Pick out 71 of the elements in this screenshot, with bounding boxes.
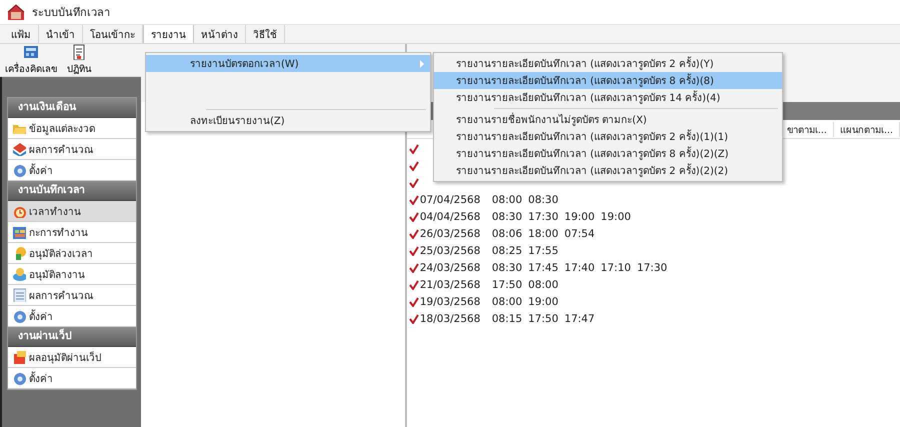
time-cell: 17:55 xyxy=(528,244,558,256)
stack-icon xyxy=(12,142,26,156)
date-cell-text: 07/04/2568 xyxy=(420,194,482,206)
settings-icon xyxy=(12,163,26,177)
sidebar-item[interactable]: ผลอนุมัติผ่านเว็ป xyxy=(8,347,136,368)
time-cell: 18:00 xyxy=(528,228,558,240)
alarm-clock-icon xyxy=(12,204,26,218)
time-cell: 17:47 xyxy=(564,312,595,324)
sidebar-item[interactable]: ตั้งค่า xyxy=(8,368,136,389)
menu-item[interactable]: รายงานรายละเอียดบันทึกเวลา (แสดงเวลารูดบัตร 14 ครั้ง)(4) xyxy=(434,89,782,106)
sidebar-item[interactable]: ผลการคำนวณ xyxy=(8,285,136,306)
time-cell: 17:45 xyxy=(528,262,558,274)
app-icon xyxy=(6,2,26,22)
calculator-icon xyxy=(22,44,40,60)
time-cell: 07:54 xyxy=(564,228,595,240)
date-cell-text: 21/03/2568 xyxy=(420,278,482,290)
settings-icon xyxy=(12,309,26,323)
sidebar-item[interactable]: อนุมัติล่วงเวลา xyxy=(8,243,136,264)
time-cell: 08:00 xyxy=(492,296,522,308)
date-cell-text: 04/04/2568 xyxy=(420,210,482,222)
menu-item[interactable]: วิธีใช้ xyxy=(246,25,285,43)
menu-item[interactable]: แฟ้ม xyxy=(4,25,39,43)
window-title: ระบบบันทึกเวลา xyxy=(32,5,110,21)
date-cell-text: 24/03/2568 xyxy=(420,262,482,274)
time-cell: 17:40 xyxy=(564,262,595,274)
time-cell: 17:30 xyxy=(528,210,558,222)
menu-item[interactable]: รายงานบัตรตอกเวลา(W) xyxy=(146,55,430,72)
time-cell: 17:10 xyxy=(600,262,631,274)
date-cell-text: 25/03/2568 xyxy=(420,244,482,256)
date-cell-text: 19/03/2568 xyxy=(420,296,482,308)
sidebar-item[interactable]: อนุมัติลางาน xyxy=(8,264,136,285)
date-cell-text: 18/03/2568 xyxy=(420,312,482,324)
sidebar-item[interactable]: ข้อมูลแต่ละงวด xyxy=(8,118,136,139)
time-cell: 19:00 xyxy=(528,296,558,308)
menu-item[interactable]: รายงานรายละเอียดบันทึกเวลา (แสดงเวลารูดบัตร 8 ครั้ง)(8) xyxy=(434,72,782,89)
group-header[interactable]: งานบันทึกเวลา xyxy=(8,181,136,201)
time-cell: 08:06 xyxy=(492,228,522,240)
time-cell: 08:30 xyxy=(492,210,522,222)
sidebar-item[interactable]: ตั้งค่า xyxy=(8,306,136,327)
group-header[interactable]: งานเงินเดือน xyxy=(8,98,136,118)
submenu-arrow-icon xyxy=(420,60,424,68)
menu-item[interactable]: รายงานรายละเอียดบันทึกเวลา (แสดงเวลารูดบัตร 2 ครั้ง)(1)(1) xyxy=(434,128,782,145)
time-cell: 08:25 xyxy=(492,244,522,256)
time-cell: 17:30 xyxy=(636,262,668,274)
toolbar-button[interactable]: เครื่องคิดเลข xyxy=(2,44,60,76)
time-cell: 08:30 xyxy=(492,262,522,274)
user-icon xyxy=(12,267,26,281)
time-cell: 08:15 xyxy=(492,312,522,324)
menu-item[interactable]: รายงานรายละเอียดบันทึกเวลา (แสดงเวลารูดบัตร 2 ครั้ง)(2)(2) xyxy=(434,162,782,179)
menu-item[interactable]: รายงาน xyxy=(143,25,194,43)
sidebar-item[interactable]: ผลการคำนวณ xyxy=(8,139,136,160)
time-cell: 17:50 xyxy=(492,278,522,290)
time-cell: 08:00 xyxy=(528,278,558,290)
column-header[interactable]: แผนกตามเ... xyxy=(834,122,900,136)
date-cell-text: 26/03/2568 xyxy=(420,228,482,240)
menu-item[interactable]: รายงานรายละเอียดบันทึกเวลา (แสดงเวลารูดบัตร 2 ครั้ง)(Y) xyxy=(434,55,782,72)
menu-item[interactable]: หน้าต่าง xyxy=(194,25,246,43)
time-cell: 08:30 xyxy=(528,194,558,206)
time-cell: 19:00 xyxy=(600,210,631,222)
menu-item[interactable]: นำเข้า xyxy=(39,25,83,43)
group-header[interactable]: งานผ่านเว็ป xyxy=(8,327,136,347)
time-cell: 08:00 xyxy=(492,194,522,206)
time-cell: 17:50 xyxy=(528,312,558,324)
list-icon xyxy=(12,288,26,302)
chart-icon xyxy=(12,225,26,239)
sidebar-item[interactable]: ตั้งค่า xyxy=(8,160,136,181)
toolbar-button[interactable]: ปฏิทิน xyxy=(64,44,94,76)
menu-item[interactable]: รายงานรายละเอียดบันทึกเวลา (แสดงเวลารูดบัตร 8 ครั้ง)(2)(Z) xyxy=(434,145,782,162)
time-cell: 19:00 xyxy=(564,210,595,222)
settings-icon xyxy=(12,371,26,385)
sidebar-item[interactable]: กะการทำงาน xyxy=(8,222,136,243)
